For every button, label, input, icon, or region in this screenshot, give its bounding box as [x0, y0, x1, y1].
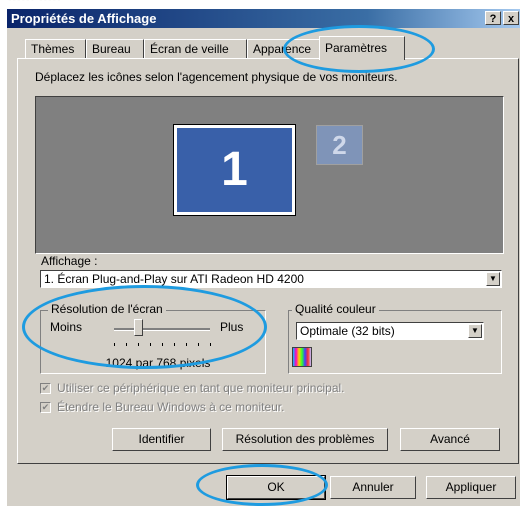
- slider-tick: [162, 343, 163, 346]
- slider-tick: [126, 343, 127, 346]
- extend-desktop-label: Étendre le Bureau Windows à ce moniteur.: [57, 400, 285, 414]
- instruction-text: Déplacez les icônes selon l'agencement p…: [35, 70, 398, 84]
- color-palette-icon: [292, 347, 312, 367]
- slider-tick: [210, 343, 211, 346]
- apply-button[interactable]: Appliquer: [426, 476, 516, 499]
- cancel-button[interactable]: Annuler: [330, 476, 416, 499]
- display-select-value: 1. Écran Plug-and-Play sur ATI Radeon HD…: [44, 272, 304, 286]
- tab-themes[interactable]: Thèmes: [25, 39, 86, 59]
- resolution-slider-thumb[interactable]: [134, 319, 143, 336]
- resolution-group-label: Résolution de l'écran: [48, 302, 166, 316]
- tab-appearance[interactable]: Apparence: [247, 39, 323, 59]
- color-quality-group-label: Qualité couleur: [292, 302, 379, 316]
- slider-tick: [186, 343, 187, 346]
- background-text: ▪▪▪▪▪▪ ▪▪▪▪▪: [8, 0, 62, 5]
- resolution-slider-track[interactable]: [114, 328, 210, 331]
- window-title: Propriétés de Affichage: [11, 11, 157, 26]
- troubleshoot-button[interactable]: Résolution des problèmes: [222, 428, 388, 451]
- slider-tick: [150, 343, 151, 346]
- advanced-button[interactable]: Avancé: [400, 428, 500, 451]
- slider-tick: [174, 343, 175, 346]
- color-quality-select[interactable]: Optimale (32 bits) ▼: [296, 322, 484, 340]
- close-button[interactable]: x: [503, 11, 519, 25]
- display-label: Affichage :: [41, 254, 98, 268]
- monitor-2[interactable]: 2: [316, 125, 363, 165]
- tab-settings[interactable]: Paramètres: [319, 36, 405, 60]
- slider-tick: [138, 343, 139, 346]
- color-quality-value: Optimale (32 bits): [300, 324, 395, 338]
- chevron-down-icon[interactable]: ▼: [486, 272, 500, 286]
- primary-monitor-label: Utiliser ce périphérique en tant que mon…: [57, 381, 345, 395]
- resolution-min-label: Moins: [50, 320, 83, 334]
- resolution-value: 1024 par 768 pixels: [105, 356, 211, 370]
- chevron-down-icon[interactable]: ▼: [468, 324, 482, 338]
- extend-desktop-checkbox[interactable]: ✔: [40, 402, 51, 413]
- tab-screensaver[interactable]: Écran de veille: [144, 39, 247, 59]
- slider-tick: [114, 343, 115, 346]
- ok-button[interactable]: OK: [226, 475, 326, 500]
- color-quality-group: [288, 310, 502, 374]
- monitor-arrangement-area[interactable]: 1 2: [35, 96, 504, 254]
- identify-button[interactable]: Identifier: [112, 428, 211, 451]
- background-strip: ▪▪▪▪▪▪ ▪▪▪▪▪: [0, 0, 520, 9]
- help-button[interactable]: ?: [485, 11, 501, 25]
- primary-monitor-checkbox[interactable]: ✔: [40, 383, 51, 394]
- slider-tick: [198, 343, 199, 346]
- display-select[interactable]: 1. Écran Plug-and-Play sur ATI Radeon HD…: [40, 270, 502, 288]
- resolution-max-label: Plus: [220, 320, 244, 334]
- monitor-1[interactable]: 1: [174, 125, 295, 215]
- tab-desktop[interactable]: Bureau: [86, 39, 144, 59]
- title-bar[interactable]: Propriétés de Affichage ? x: [7, 9, 520, 28]
